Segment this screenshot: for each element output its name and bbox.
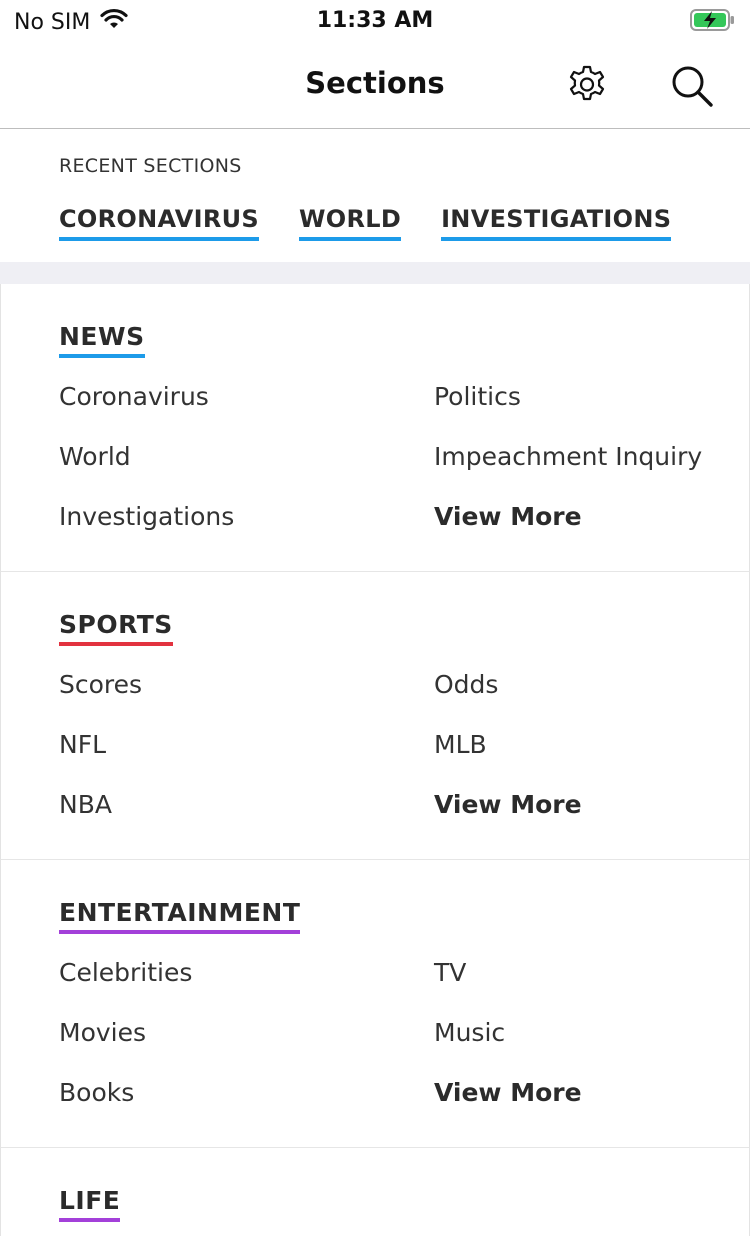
recent-sections-label: RECENT SECTIONS xyxy=(59,155,242,177)
settings-button[interactable] xyxy=(563,62,611,110)
recent-link-investigations[interactable]: INVESTIGATIONS xyxy=(441,205,672,241)
news-link-politics[interactable]: Politics xyxy=(434,382,521,411)
sports-link-mlb[interactable]: MLB xyxy=(434,730,487,759)
section-title-entertainment[interactable]: ENTERTAINMENT xyxy=(59,898,301,934)
search-icon xyxy=(672,66,713,107)
section-title-life[interactable]: LIFE xyxy=(59,1186,121,1222)
entertainment-view-more-link[interactable]: View More xyxy=(434,1078,582,1107)
page-title: Sections xyxy=(305,66,445,100)
recent-sections: RECENT SECTIONS CORONAVIRUS WORLD INVEST… xyxy=(0,129,750,262)
nav-bar: Sections xyxy=(0,42,750,129)
section-title-sports[interactable]: SPORTS xyxy=(59,610,173,646)
section-entertainment: ENTERTAINMENT Celebrities TV Movies Musi… xyxy=(0,860,750,1149)
entertainment-link-tv[interactable]: TV xyxy=(434,958,466,987)
sports-link-nfl[interactable]: NFL xyxy=(59,730,106,759)
entertainment-link-movies[interactable]: Movies xyxy=(59,1018,146,1047)
entertainment-link-celebrities[interactable]: Celebrities xyxy=(59,958,192,987)
sports-link-scores[interactable]: Scores xyxy=(59,670,142,699)
section-divider xyxy=(0,262,750,284)
sports-link-nba[interactable]: NBA xyxy=(59,790,112,819)
news-link-impeachment-inquiry[interactable]: Impeachment Inquiry xyxy=(434,442,702,471)
battery-charging-icon xyxy=(690,8,736,36)
clock: 11:33 AM xyxy=(316,8,434,33)
gear-icon xyxy=(569,65,605,101)
section-sports: SPORTS Scores Odds NFL MLB NBA View More xyxy=(0,572,750,861)
news-link-world[interactable]: World xyxy=(59,442,131,471)
sports-link-odds[interactable]: Odds xyxy=(434,670,498,699)
sports-view-more-link[interactable]: View More xyxy=(434,790,582,819)
news-view-more-link[interactable]: View More xyxy=(434,502,582,531)
section-title-news[interactable]: NEWS xyxy=(59,322,145,358)
entertainment-link-books[interactable]: Books xyxy=(59,1078,134,1107)
recent-sections-links: CORONAVIRUS WORLD INVESTIGATIONS xyxy=(59,205,711,241)
search-button[interactable] xyxy=(668,62,716,110)
recent-link-world[interactable]: WORLD xyxy=(299,205,402,241)
section-news: NEWS Coronavirus Politics World Impeachm… xyxy=(0,284,750,573)
entertainment-link-music[interactable]: Music xyxy=(434,1018,505,1047)
status-bar: No SIM 11:33 AM xyxy=(0,0,750,42)
news-link-coronavirus[interactable]: Coronavirus xyxy=(59,382,209,411)
news-link-investigations[interactable]: Investigations xyxy=(59,502,234,531)
section-life: LIFE xyxy=(0,1148,750,1236)
recent-link-coronavirus[interactable]: CORONAVIRUS xyxy=(59,205,259,241)
